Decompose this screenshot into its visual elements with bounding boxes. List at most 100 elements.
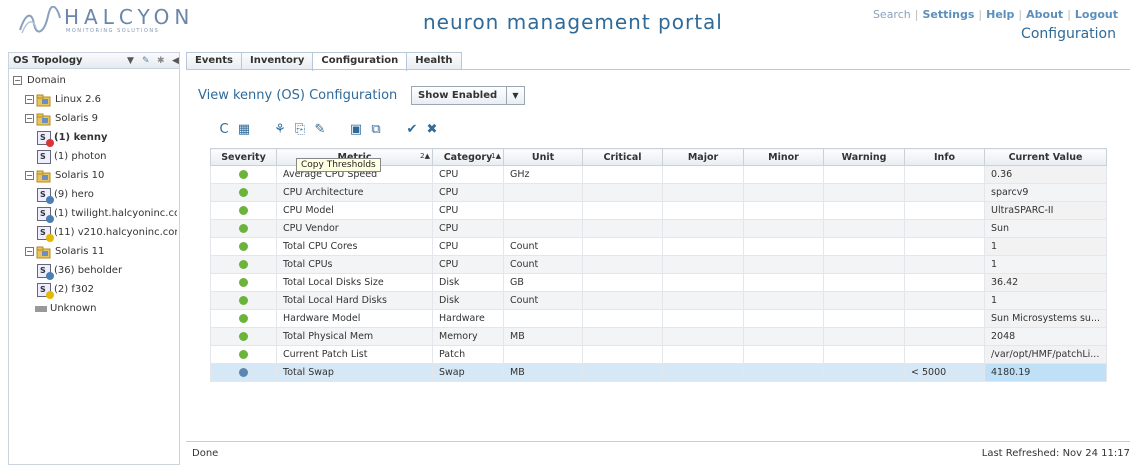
col-current-value[interactable]: Current Value xyxy=(983,148,1108,166)
cell-metric: CPU Vendor xyxy=(276,219,433,238)
cell-info xyxy=(904,345,985,364)
cell-major xyxy=(662,291,744,310)
edit-icon[interactable]: ✎ xyxy=(142,54,150,69)
tree-node-label: (1) twilight.halcyoninc.com xyxy=(54,208,177,219)
collapse-icon[interactable]: ◀ xyxy=(172,54,179,69)
cell-major xyxy=(662,183,744,202)
table-row[interactable]: CPU Model CPU UltraSPARC-II xyxy=(210,201,1108,220)
help-link[interactable]: Help xyxy=(986,8,1014,21)
tab-health[interactable]: Health xyxy=(406,52,462,70)
table-row[interactable]: Hardware Model Hardware Sun Microsystems s… xyxy=(210,309,1108,328)
cell-minor xyxy=(743,219,824,238)
enable-icon[interactable]: ✔ xyxy=(404,122,420,138)
server-icon: S xyxy=(37,282,54,299)
tree-node[interactable]: S (9) hero xyxy=(11,185,177,204)
col-severity[interactable]: Severity xyxy=(210,148,277,166)
table-row[interactable]: Total CPU Cores CPU Count 1 xyxy=(210,237,1108,256)
cell-warning xyxy=(823,291,905,310)
tree-node[interactable]: − Linux 2.6 xyxy=(11,90,177,109)
tab-inventory[interactable]: Inventory xyxy=(240,52,314,70)
tree-node-label: (1) kenny xyxy=(54,132,108,143)
tree-node[interactable]: S (11) v210.halcyoninc.com xyxy=(11,223,177,242)
cell-info: < 5000 xyxy=(904,363,985,382)
refresh-icon[interactable]: C xyxy=(216,122,232,138)
col-info[interactable]: Info xyxy=(904,148,985,166)
col-major[interactable]: Major xyxy=(662,148,744,166)
tree-node[interactable]: S (1) kenny xyxy=(11,128,177,147)
status-badge-icon xyxy=(46,233,54,242)
cell-current: 1 xyxy=(983,291,1108,310)
table-row[interactable]: Total Local Disks Size Disk GB 36.42 xyxy=(210,273,1108,292)
tree-node[interactable]: S (36) beholder xyxy=(11,261,177,280)
cell-current: sparcv9 xyxy=(983,183,1108,202)
cell-category: Hardware xyxy=(432,309,504,328)
chevron-down-icon[interactable]: ▼ xyxy=(506,87,524,104)
search-link[interactable]: Search xyxy=(873,8,911,21)
cell-warning xyxy=(823,345,905,364)
top-links: Search | Settings | Help | About | Logout xyxy=(872,8,1118,21)
save-config-icon[interactable]: ▣ xyxy=(348,122,364,138)
tab-divider xyxy=(186,69,1130,70)
show-filter-select[interactable]: Show Enabled ▼ xyxy=(411,86,525,105)
cell-info xyxy=(904,183,985,202)
export-icon[interactable]: ▦ xyxy=(236,122,252,138)
tree-node[interactable]: S (1) photon xyxy=(11,147,177,166)
cell-critical xyxy=(582,273,663,292)
table-row[interactable]: CPU Architecture CPU sparcv9 xyxy=(210,183,1108,202)
tree-node[interactable]: − Solaris 10 xyxy=(11,166,177,185)
table-row[interactable]: Total Swap Swap MB < 5000 4180.19 xyxy=(210,363,1108,382)
cell-metric: Total CPU Cores xyxy=(276,237,433,256)
cell-category: Disk xyxy=(432,273,504,292)
os-folder-icon xyxy=(36,245,52,259)
load-config-icon[interactable]: ⧉ xyxy=(368,122,384,138)
status-bar: Done Last Refreshed: Nov 24 11:17 xyxy=(186,441,1130,465)
table-row[interactable]: Current Patch List Patch/var/opt/HMF/patc… xyxy=(210,345,1108,364)
tree-node[interactable]: S (2) f302 xyxy=(11,280,177,299)
cell-category: Disk xyxy=(432,291,504,310)
cell-critical xyxy=(582,201,663,220)
tree-node[interactable]: − Solaris 9 xyxy=(11,109,177,128)
col-critical[interactable]: Critical xyxy=(582,148,663,166)
cell-critical xyxy=(582,327,663,346)
tab-events[interactable]: Events xyxy=(186,52,242,70)
topology-panel-header: OS Topology ▼ ✎ ✱ ◀ xyxy=(9,53,179,69)
expand-collapse-icon[interactable]: − xyxy=(25,171,34,180)
ok-status-icon xyxy=(239,296,248,305)
severity-cell xyxy=(210,327,277,346)
tree-node[interactable]: S (1) twilight.halcyoninc.com xyxy=(11,204,177,223)
cell-critical xyxy=(582,363,663,382)
tree-node[interactable]: − Domain xyxy=(11,71,177,90)
edit-threshold-icon[interactable]: ✎ xyxy=(312,122,328,138)
pin-icon[interactable]: ✱ xyxy=(157,54,165,69)
last-refreshed: Last Refreshed: Nov 24 11:17 xyxy=(981,448,1130,459)
expand-collapse-icon[interactable]: − xyxy=(25,95,34,104)
table-row[interactable]: Total Physical Mem Memory MB 2048 xyxy=(210,327,1108,346)
col-minor[interactable]: Minor xyxy=(743,148,824,166)
col-category-label: Category xyxy=(443,151,493,163)
col-category[interactable]: Category 1▲ xyxy=(432,148,504,166)
about-link[interactable]: About xyxy=(1026,8,1063,21)
cell-unit: MB xyxy=(503,363,583,382)
tree-node[interactable]: − Solaris 11 xyxy=(11,242,177,261)
apply-thresholds-icon[interactable]: ⚘ xyxy=(272,122,288,138)
tree-node[interactable]: Unknown xyxy=(11,299,177,318)
tree-node-label: Solaris 10 xyxy=(55,170,105,181)
cell-current: 4180.19 xyxy=(983,363,1108,382)
expand-collapse-icon[interactable]: − xyxy=(25,247,34,256)
settings-link[interactable]: Settings xyxy=(922,8,974,21)
dropdown-arrow-icon[interactable]: ▼ xyxy=(127,54,134,69)
server-icon: S xyxy=(37,130,54,147)
table-row[interactable]: Total Local Hard Disks Disk Count 1 xyxy=(210,291,1108,310)
copy-thresholds-icon[interactable]: ⎘ xyxy=(292,122,308,138)
cell-minor xyxy=(743,237,824,256)
disable-icon[interactable]: ✖ xyxy=(424,122,440,138)
expand-collapse-icon[interactable]: − xyxy=(25,114,34,123)
table-row[interactable]: CPU Vendor CPU Sun xyxy=(210,219,1108,238)
logout-link[interactable]: Logout xyxy=(1075,8,1118,21)
severity-cell xyxy=(210,237,277,256)
cell-info xyxy=(904,309,985,328)
col-unit[interactable]: Unit xyxy=(503,148,583,166)
table-row[interactable]: Total CPUs CPU Count 1 xyxy=(210,255,1108,274)
col-warning[interactable]: Warning xyxy=(823,148,905,166)
expand-collapse-icon[interactable]: − xyxy=(13,76,22,85)
